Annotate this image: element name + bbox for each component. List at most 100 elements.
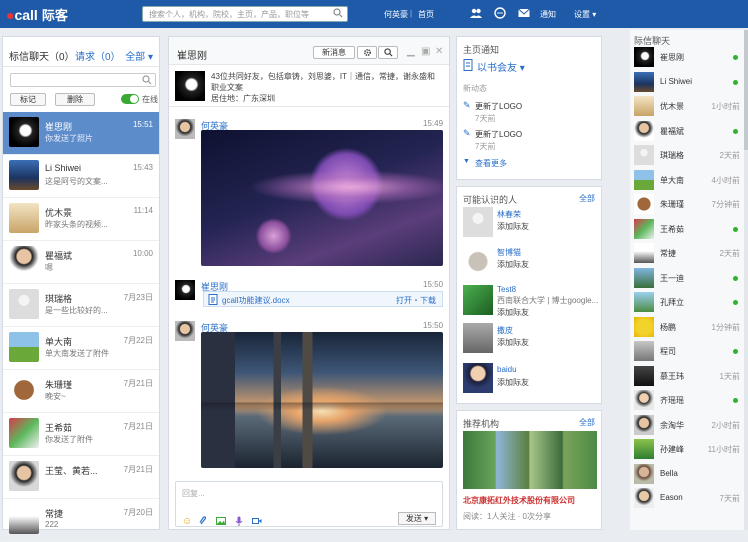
people-you-may-know-panel: 可能认识的人 全部 林春荣 添加际友 智博猫 添加际友 Test8 西南联合大学… — [456, 186, 602, 404]
nav-home[interactable]: 首页 — [418, 9, 434, 20]
conversation-list-panel: 标信聊天（0） 请求（0） 全部 ▾ 标记 删除 在线 崔思刚 你发送了照片 1… — [2, 36, 160, 542]
friend-item[interactable]: 瞿福斌 — [632, 120, 744, 142]
logo[interactable]: ●call 际客 — [6, 5, 68, 24]
friend-item[interactable]: 王一迪 — [632, 267, 744, 289]
emoji-icon[interactable]: ☺ — [182, 516, 192, 527]
nav-user-name[interactable]: 何英豪 — [384, 9, 408, 20]
reply-box[interactable]: 回复... ☺ 发送 ▾ — [175, 481, 443, 527]
microphone-icon[interactable] — [234, 516, 244, 526]
file-attachment[interactable]: gcall功能建议.docx 打开・下载 — [203, 291, 443, 307]
avatar — [634, 267, 654, 288]
avatar[interactable] — [463, 207, 493, 237]
delete-button[interactable]: 删除 — [55, 93, 95, 106]
avatar — [9, 375, 39, 405]
friend-item[interactable]: 余淘华 2小时前 — [632, 414, 744, 436]
friend-item[interactable]: 朱珊瑾 7分钟前 — [632, 193, 744, 215]
mail-icon[interactable] — [518, 7, 530, 19]
shared-image-planet[interactable] — [201, 130, 443, 266]
chat-tab[interactable]: 标信聊天（0） — [9, 48, 75, 63]
friend-item[interactable]: 杨鹏 1分钟前 — [632, 316, 744, 338]
new-message-button[interactable]: 新消息 — [313, 46, 355, 59]
minimize-icon[interactable]: ▁ — [407, 46, 415, 57]
add-friend-button[interactable]: 添加际友 — [497, 377, 529, 388]
view-more-link[interactable]: 查看更多 — [475, 158, 507, 169]
nav-settings[interactable]: 设置 ▾ — [574, 9, 596, 20]
conversation-search-input[interactable] — [10, 73, 156, 87]
avatar[interactable] — [463, 245, 493, 275]
friend-item[interactable]: 程司 — [632, 340, 744, 362]
conversation-item[interactable]: 王希茹 你发送了附件 7月21日 — [3, 413, 159, 456]
file-actions[interactable]: 打开・下载 — [396, 295, 436, 306]
mark-button[interactable]: 标记 — [10, 93, 46, 106]
video-icon[interactable] — [252, 516, 262, 526]
friend-item[interactable]: Bella — [632, 463, 744, 485]
maximize-icon[interactable]: ▣ — [421, 46, 430, 57]
friend-item[interactable]: 孙建峰 11小时前 — [632, 438, 744, 460]
file-name[interactable]: gcall功能建议.docx — [222, 295, 290, 306]
friend-item[interactable]: 齐瑶瑶 — [632, 389, 744, 411]
online-status-dot — [733, 128, 738, 134]
friend-name: 瞿福斌 — [660, 126, 684, 136]
avatar[interactable] — [175, 321, 195, 341]
global-search-input[interactable]: 搜索个人，机构，院校，主页，产品，职位等 — [142, 6, 348, 22]
search-icon[interactable] — [142, 75, 152, 85]
send-button[interactable]: 发送 ▾ — [398, 512, 436, 525]
friend-name: Eason — [660, 493, 683, 502]
avatar[interactable] — [463, 323, 493, 353]
add-friend-button[interactable]: 添加际友 — [497, 337, 529, 348]
page-icon — [463, 59, 473, 71]
conversation-item[interactable]: 优木景 昨家头条的视频... 11:14 — [3, 198, 159, 241]
view-all-link[interactable]: 全部 — [579, 193, 595, 204]
last-seen-time: 1天前 — [719, 371, 740, 381]
scrollbar[interactable] — [744, 30, 748, 530]
conversation-item[interactable]: 瞿福斌 嗯 10:00 — [3, 241, 159, 284]
scrollbar-thumb[interactable] — [744, 30, 748, 150]
add-friend-button[interactable]: 添加际友 — [497, 307, 529, 318]
org-photo-gallery[interactable] — [463, 431, 597, 489]
close-icon[interactable]: ✕ — [435, 46, 443, 57]
contacts-icon[interactable] — [470, 7, 482, 19]
avatar — [634, 47, 654, 67]
search-icon[interactable] — [333, 8, 343, 18]
nav-notice[interactable]: 通知 — [540, 9, 556, 20]
requests-tab[interactable]: 请求（0） — [75, 48, 121, 63]
chat-bubble-icon[interactable] — [494, 7, 506, 19]
friend-item[interactable]: Li Shiwei — [632, 71, 744, 93]
conversation-item[interactable]: 崔思刚 你发送了照片 15:51 — [3, 112, 159, 155]
avatar[interactable] — [175, 119, 195, 139]
conversation-item[interactable]: 常捷 222 7月20日 — [3, 499, 159, 542]
view-all-link[interactable]: 全部 — [579, 417, 595, 428]
reply-input[interactable]: 回复... — [182, 488, 205, 499]
org-name[interactable]: 北京康拓红外技术股份有限公司 — [463, 495, 575, 506]
add-friend-button[interactable]: 添加际友 — [497, 259, 529, 270]
conversation-item[interactable]: 琪瑞格 是一些比较好的... 7月23日 — [3, 284, 159, 327]
friend-item[interactable]: 孔拜立 — [632, 291, 744, 313]
avatar[interactable] — [463, 285, 493, 315]
conversation-item[interactable]: 朱珊瑾 晚安~ 7月21日 — [3, 370, 159, 413]
friend-item[interactable]: 常捷 2天前 — [632, 242, 744, 264]
avatar[interactable] — [463, 363, 493, 393]
friend-item[interactable]: Eason 7天前 — [632, 487, 744, 509]
page-selector-dropdown[interactable]: 以书会友 ▾ — [477, 59, 525, 74]
friend-item[interactable]: 单大南 4小时前 — [632, 169, 744, 191]
friend-name: 琪瑞格 — [660, 151, 684, 160]
avatar[interactable] — [175, 71, 205, 101]
search-chat-button[interactable] — [378, 46, 398, 59]
avatar — [9, 160, 39, 190]
add-friend-button[interactable]: 添加际友 — [497, 221, 529, 232]
friend-item[interactable]: 优木景 1小时前 — [632, 95, 744, 117]
avatar[interactable] — [175, 280, 195, 300]
paperclip-icon[interactable] — [198, 516, 208, 526]
friend-item[interactable]: 慕王玮 1天前 — [632, 365, 744, 387]
settings-button[interactable] — [357, 46, 377, 59]
friend-item[interactable]: 王希茹 — [632, 218, 744, 240]
online-toggle[interactable] — [121, 94, 139, 104]
conversation-item[interactable]: 王莹、黄若... 7月21日 — [3, 456, 159, 499]
friend-item[interactable]: 崔思刚 — [632, 46, 744, 68]
friend-item[interactable]: 琪瑞格 2天前 — [632, 144, 744, 166]
image-icon[interactable] — [216, 516, 226, 526]
shared-image-city[interactable] — [201, 332, 443, 468]
conversation-item[interactable]: Li Shiwei 这是阿号的文案... 15:43 — [3, 155, 159, 198]
filter-dropdown[interactable]: 全部 ▾ — [125, 48, 153, 63]
conversation-item[interactable]: 单大南 单大南发送了附件 7月22日 — [3, 327, 159, 370]
